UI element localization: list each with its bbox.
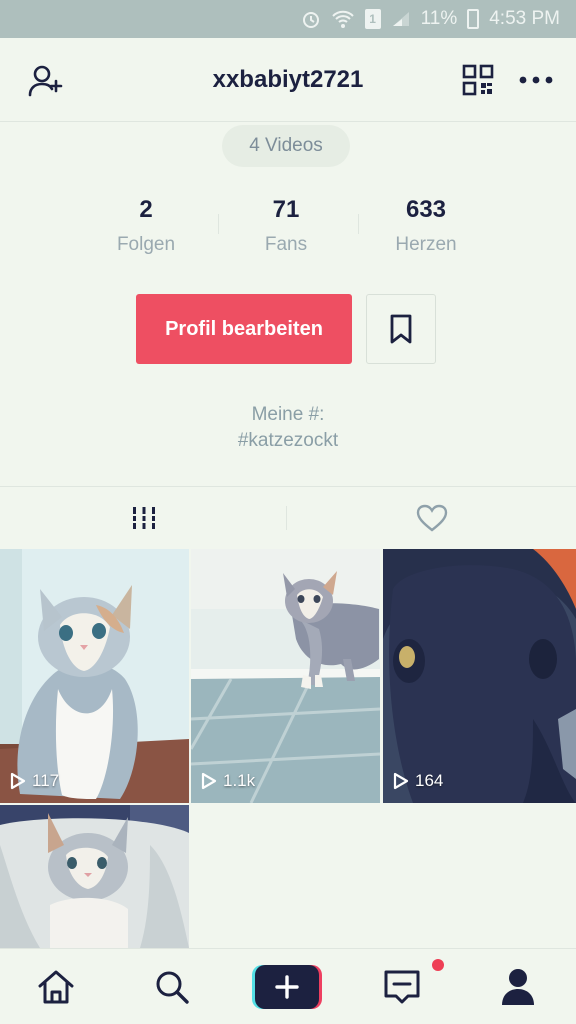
signal-icon: [392, 12, 409, 26]
bio-line: Meine #:: [251, 404, 325, 425]
bio-hashtag[interactable]: #katzezockt: [0, 428, 576, 454]
add-user-icon[interactable]: [28, 64, 64, 98]
profile-header: xxbabiyt2721: [0, 38, 576, 122]
view-count-text: 164: [415, 771, 444, 790]
view-count-text: 117: [32, 771, 60, 790]
status-bar: 1 11% 4:53 PM: [0, 0, 576, 38]
sim-icon: 1: [364, 9, 381, 29]
stat-label: Folgen: [116, 234, 176, 255]
create-icon[interactable]: [252, 965, 322, 1009]
wifi-icon: [331, 10, 354, 28]
content-tabs: [0, 486, 576, 548]
video-thumbnail[interactable]: [0, 805, 189, 948]
stat-hearts[interactable]: 633 Herzen: [356, 196, 496, 266]
kitten-on-floor-thumbnail-image: [191, 549, 380, 803]
home-icon: [38, 970, 74, 1004]
nav-profile[interactable]: [496, 965, 540, 1009]
view-count: 117: [10, 771, 59, 791]
nav-home[interactable]: [34, 965, 78, 1009]
tab-liked[interactable]: [288, 487, 576, 549]
bio: Meine #: #katzezockt: [0, 402, 576, 454]
heart-icon: [416, 504, 448, 532]
view-count-text: 1.1k: [223, 771, 256, 790]
stat-divider: [218, 214, 219, 234]
videos-count-pill: 4 Videos: [222, 125, 350, 167]
stat-fans[interactable]: 71 Fans: [216, 196, 356, 266]
video-thumbnail[interactable]: 164: [383, 549, 576, 803]
stat-value: 633: [405, 196, 447, 223]
nav-discover[interactable]: [150, 965, 194, 1009]
stat-value: 71: [272, 196, 300, 223]
stat-value: 2: [139, 196, 153, 223]
video-thumbnail[interactable]: 1.1k: [191, 549, 380, 803]
clock: 4:53 PM: [489, 8, 560, 29]
bookmark-icon: [390, 314, 412, 344]
dark-object-thumbnail-image: [383, 549, 576, 803]
qr-code-icon[interactable]: [462, 64, 494, 96]
profile-stats: 2 Folgen 71 Fans 633 Herzen: [76, 196, 500, 266]
play-icon: [10, 772, 26, 790]
stat-label: Fans: [264, 234, 308, 255]
more-icon[interactable]: [518, 70, 554, 90]
stat-divider: [358, 214, 359, 234]
profile-icon: [502, 969, 534, 1005]
view-count: 164: [393, 771, 443, 791]
alarm-icon: [302, 12, 319, 28]
username: xxbabiyt2721: [212, 65, 364, 93]
notification-dot: [432, 959, 444, 971]
play-icon: [201, 772, 217, 790]
nav-inbox[interactable]: [380, 965, 424, 1009]
tab-videos[interactable]: [0, 487, 288, 549]
bottom-nav: [0, 948, 576, 1024]
kitten-in-bed-thumbnail-image: [0, 805, 189, 948]
kitten-thumbnail-image: [0, 549, 189, 803]
grid-icon: [131, 507, 157, 529]
tab-divider: [286, 506, 287, 530]
stat-following[interactable]: 2 Folgen: [76, 196, 216, 266]
video-thumbnail[interactable]: 117: [0, 549, 189, 803]
inbox-icon: [384, 970, 420, 1004]
battery-icon: [467, 9, 480, 29]
bookmark-button[interactable]: [366, 294, 436, 364]
battery-percent: 11%: [420, 8, 458, 29]
search-icon: [156, 971, 189, 1004]
edit-profile-button[interactable]: Profil bearbeiten: [136, 294, 352, 364]
stat-label: Herzen: [395, 234, 457, 255]
play-icon: [393, 772, 409, 790]
view-count: 1.1k: [201, 771, 255, 791]
